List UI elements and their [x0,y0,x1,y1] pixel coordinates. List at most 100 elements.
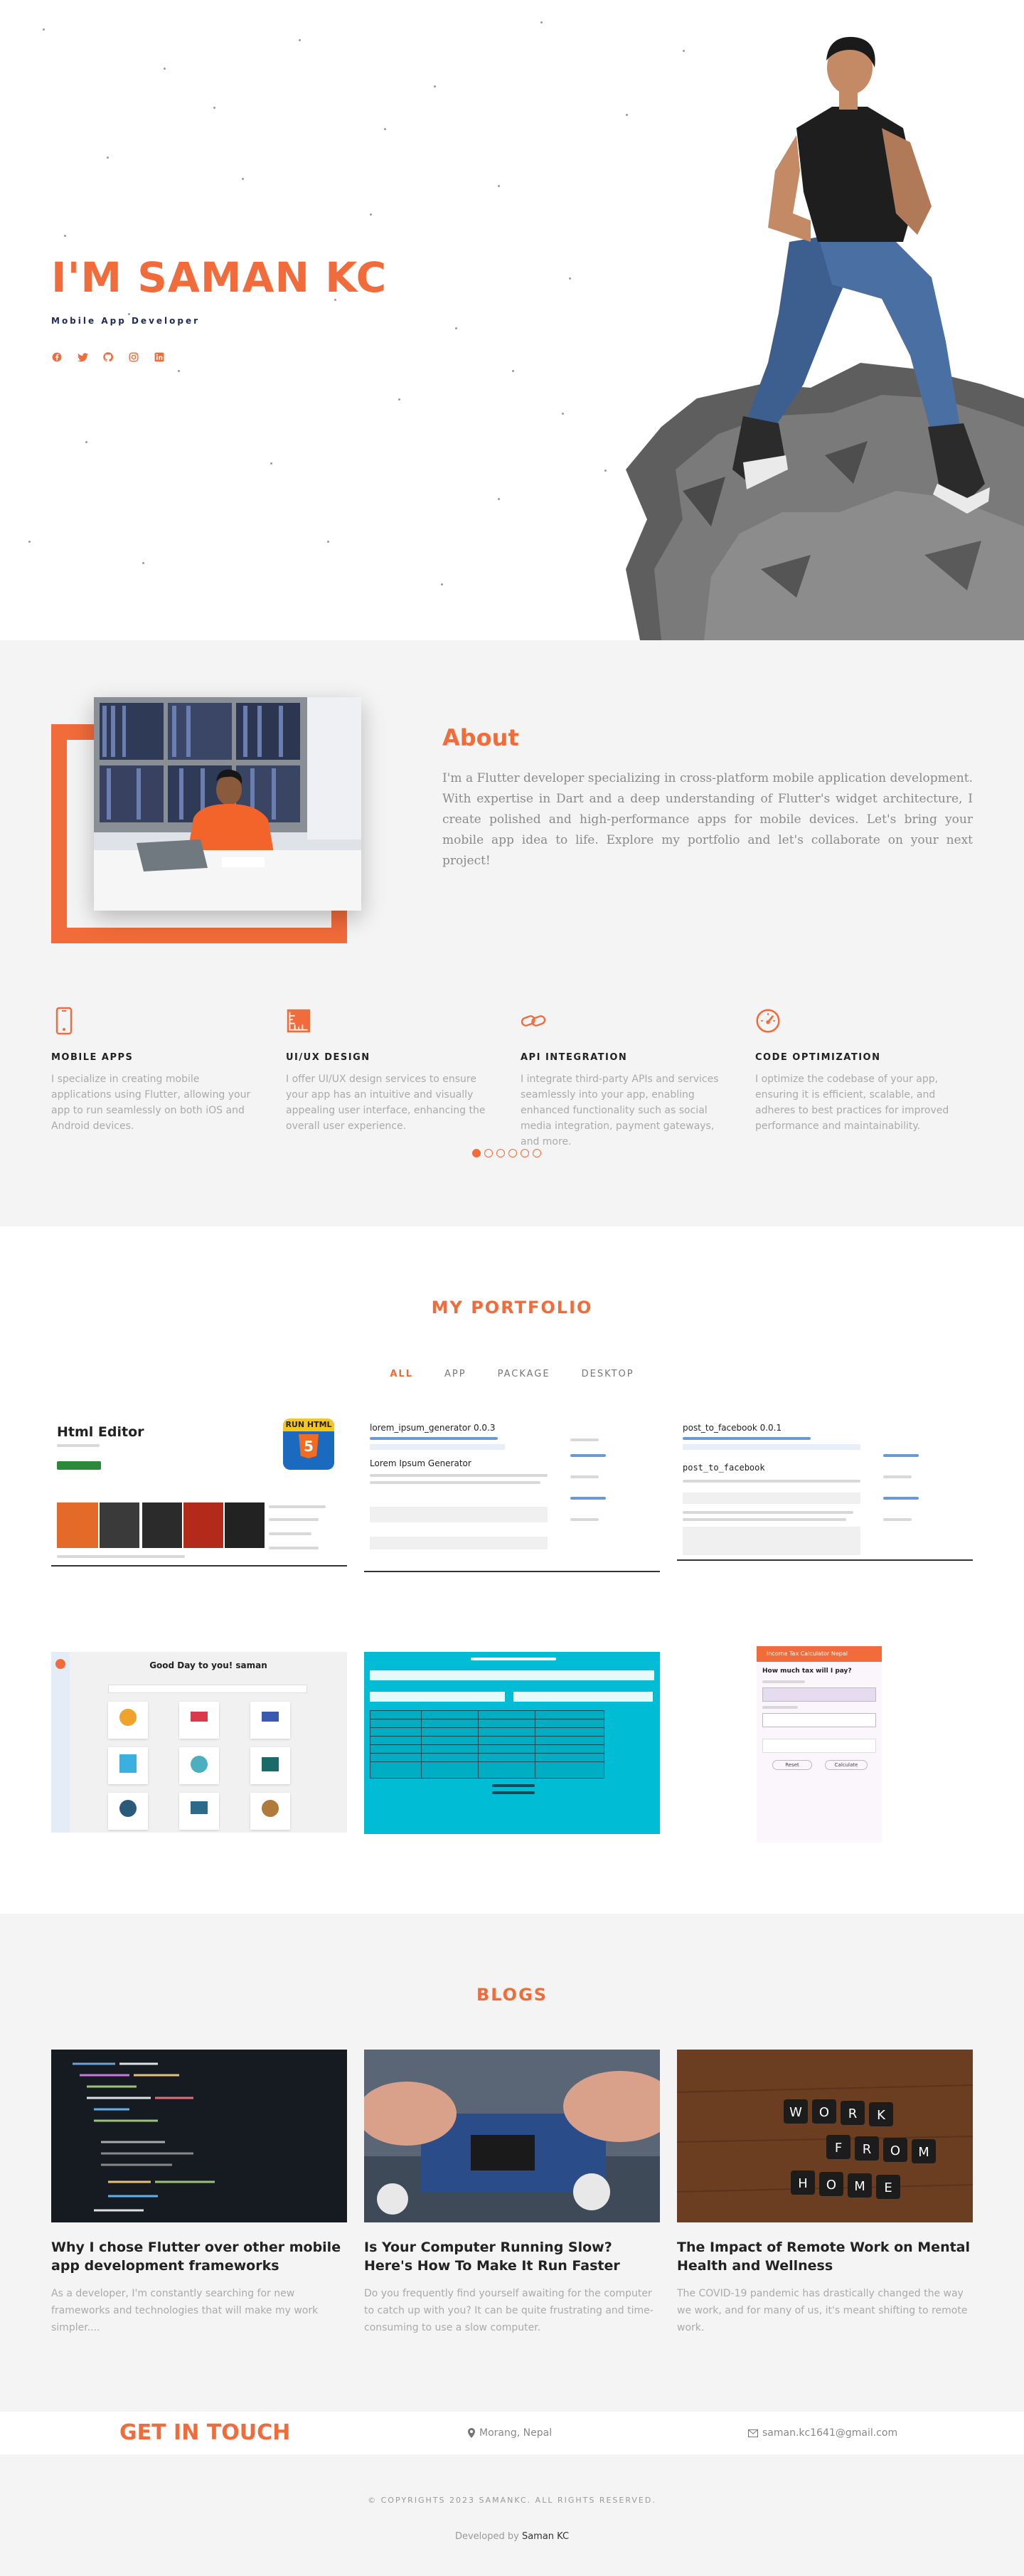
filter-desktop[interactable]: DESKTOP [582,1369,634,1379]
scrabble-letter: E [884,2180,892,2195]
github-icon[interactable] [102,351,114,363]
carousel-dot[interactable] [521,1149,529,1157]
service-text: I integrate third-party APIs and service… [521,1074,719,1147]
blog-excerpt: The COVID-19 pandemic has drastically ch… [677,2288,968,2333]
contact-location: Morang, Nepal [468,2427,552,2439]
ruler-icon [287,1009,311,1033]
map-pin-icon [468,2428,475,2438]
service-title: UI/UX DESIGN [286,1052,370,1063]
footer: © COPYRIGHTS 2023 SAMANKC. ALL RIGHTS RE… [0,2454,1024,2576]
service-api-integration: API INTEGRATION I integrate third-party … [521,1007,731,1150]
service-title: API INTEGRATION [521,1052,628,1063]
envelope-icon [748,2429,758,2437]
portfolio-item-title: Good Day to you! saman [149,1660,267,1670]
scrabble-letter: H [798,2176,808,2191]
portfolio-item-dashboard-app[interactable]: Good Day to you! saman [51,1652,347,1833]
about-section: About I'm a Flutter developer specializi… [0,640,1024,1226]
chain-link-icon [521,1015,546,1027]
blog-excerpt: As a developer, I'm constantly searching… [51,2288,319,2333]
about-title: About [442,724,519,751]
carousel-dot[interactable] [496,1149,505,1157]
blog-card[interactable]: Is Your Computer Running Slow? Here's Ho… [364,2050,660,2336]
portfolio-item-heading: Lorem Ipsum Generator [370,1458,471,1468]
service-text: I specialize in creating mobile applicat… [51,1074,251,1132]
blog-excerpt: Do you frequently find yourself awaiting… [364,2288,654,2333]
contact-email[interactable]: saman.kc1641@gmail.com [748,2427,897,2439]
portfolio-item-heading: How much tax will I pay? [762,1668,852,1675]
services-list: MOBILE APPS I specialize in creating mob… [51,1007,973,1150]
about-text: I'm a Flutter developer specializing in … [442,771,973,868]
carousel-dot[interactable] [533,1149,541,1157]
instagram-icon[interactable] [128,351,139,363]
reset-button: Reset [772,1760,812,1770]
calculate-button: Calculate [825,1760,868,1770]
portfolio-item-income-table[interactable] [364,1652,660,1834]
portfolio-section: MY PORTFOLIO ALL APP PACKAGE DESKTOP Htm… [0,1226,1024,1914]
about-portrait-image [94,697,361,911]
portfolio-item-lorem-ipsum[interactable]: lorem_ipsum_generator 0.0.3 Lorem Ipsum … [364,1419,660,1572]
portfolio-item-heading: post_to_facebook [683,1463,765,1473]
hero-subtitle: Mobile App Developer [51,316,201,326]
developer-name[interactable]: Saman KC [522,2531,569,2542]
hero-section: I'M SAMAN KC Mobile App Developer [0,0,1024,640]
scrabble-letter: R [863,2142,872,2157]
blog-card[interactable]: Why I chose Flutter over other mobile ap… [51,2050,347,2336]
portfolio-item-title: lorem_ipsum_generator 0.0.3 [370,1423,496,1433]
developed-by-label: Developed by [454,2531,519,2542]
hero-title: I'M SAMAN KC [51,253,388,302]
carousel-pagination [472,1149,541,1157]
developed-by: Developed by Saman KC [0,2531,1024,2542]
service-mobile-apps: MOBILE APPS I specialize in creating mob… [51,1007,262,1150]
service-text: I offer UI/UX design services to ensure … [286,1074,486,1132]
blogs-title: BLOGS [476,1985,548,2005]
blog-image-hardware [364,2050,660,2222]
twitter-icon[interactable] [77,351,88,363]
blog-image-scrabble: W O R K F R O M H O M E [677,2050,973,2222]
run-html-badge: RUN HTML 5 [283,1419,334,1470]
social-links [51,351,387,363]
scrabble-letter: O [826,2178,836,2193]
contact-section: GET IN TOUCH Morang, Nepal saman.kc1641@… [0,2412,1024,2454]
facebook-icon[interactable] [51,351,63,363]
smartphone-icon [55,1007,73,1035]
location-text: Morang, Nepal [479,2427,553,2439]
blog-image-code [51,2050,347,2222]
scrabble-letter: M [854,2179,865,2194]
portfolio-item-title: post_to_facebook 0.0.1 [683,1423,782,1433]
filter-all[interactable]: ALL [390,1369,413,1379]
carousel-dot[interactable] [484,1149,493,1157]
scrabble-letter: F [835,2141,842,2156]
filter-app[interactable]: APP [444,1369,466,1379]
carousel-dot[interactable] [472,1149,481,1157]
blog-title[interactable]: The Impact of Remote Work on Mental Heal… [677,2238,973,2275]
email-text[interactable]: saman.kc1641@gmail.com [762,2427,897,2439]
portfolio-item-post-to-facebook[interactable]: post_to_facebook 0.0.1 post_to_facebook [677,1419,973,1561]
service-uiux-design: UI/UX DESIGN I offer UI/UX design servic… [286,1007,496,1150]
scrabble-letter: W [789,2105,802,2120]
portfolio-item-html-editor[interactable]: Html Editor RUN HTML 5 [51,1419,347,1567]
scrabble-letter: R [848,2106,858,2121]
scrabble-letter: O [890,2143,900,2158]
speedometer-icon [756,1009,780,1033]
linkedin-icon[interactable] [154,351,165,363]
service-title: MOBILE APPS [51,1052,134,1063]
scrabble-letter: O [819,2105,829,2120]
scrabble-letter: M [918,2145,929,2160]
carousel-dot[interactable] [508,1149,517,1157]
blog-title[interactable]: Is Your Computer Running Slow? Here's Ho… [364,2238,660,2275]
portfolio-title: MY PORTFOLIO [431,1298,593,1318]
portfolio-filters: ALL APP PACKAGE DESKTOP [0,1369,1024,1379]
blog-title[interactable]: Why I chose Flutter over other mobile ap… [51,2238,347,2275]
blog-card[interactable]: W O R K F R O M H O M E The Impact of Remote Work o… [677,2050,973,2336]
service-code-optimization: CODE OPTIMIZATION I optimize the codebas… [755,1007,966,1150]
portfolio-item-tax-calculator[interactable]: Income Tax Calculator Nepal How much tax… [757,1646,882,1843]
scrabble-letter: K [877,2108,886,2123]
service-text: I optimize the codebase of your app, ens… [755,1074,949,1132]
service-title: CODE OPTIMIZATION [755,1052,881,1063]
portfolio-item-title: Html Editor [57,1424,144,1440]
hero-portrait-image [626,36,1024,640]
blogs-section: BLOGS Why I chose Flutter over other mob… [0,1914,1024,2412]
portfolio-item-title: Income Tax Calculator Nepal [757,1646,882,1662]
copyright-text: © COPYRIGHTS 2023 SAMANKC. ALL RIGHTS RE… [368,2496,656,2505]
filter-package[interactable]: PACKAGE [498,1369,550,1379]
